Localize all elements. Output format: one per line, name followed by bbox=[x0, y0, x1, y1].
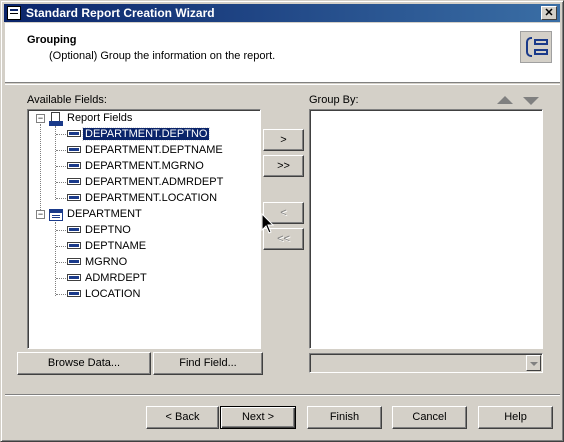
field-icon bbox=[67, 178, 81, 185]
app-icon bbox=[7, 6, 21, 20]
footer-divider bbox=[5, 394, 560, 396]
tree-item-deptno[interactable]: DEPTNO bbox=[83, 223, 133, 238]
tree-line bbox=[40, 124, 41, 214]
grouping-icon bbox=[520, 31, 552, 63]
find-field-button[interactable]: Find Field... bbox=[153, 352, 263, 375]
field-icon bbox=[67, 274, 81, 281]
move-up-icon[interactable] bbox=[497, 96, 513, 104]
window-title: Standard Report Creation Wizard bbox=[26, 6, 215, 20]
available-fields-label: Available Fields: bbox=[27, 94, 107, 106]
tree-item-mgrno[interactable]: MGRNO bbox=[83, 255, 129, 270]
field-icon bbox=[67, 194, 81, 201]
field-icon bbox=[67, 258, 81, 265]
add-all-fields-button[interactable]: >> bbox=[263, 155, 304, 177]
table-icon bbox=[49, 209, 63, 221]
field-icon bbox=[67, 290, 81, 297]
group-sort-dropdown[interactable] bbox=[309, 353, 543, 373]
tree-item-location[interactable]: LOCATION bbox=[83, 287, 142, 302]
tree-item-department-deptname[interactable]: DEPARTMENT.DEPTNAME bbox=[83, 143, 225, 158]
tree-item-department-deptno[interactable]: DEPARTMENT.DEPTNO bbox=[81, 127, 211, 142]
tree-line bbox=[55, 126, 56, 200]
collapse-toggle[interactable]: − bbox=[36, 210, 45, 219]
back-button[interactable]: < Back bbox=[146, 406, 219, 429]
group-by-list[interactable] bbox=[309, 109, 543, 349]
collapse-toggle[interactable]: − bbox=[36, 114, 45, 123]
tree-line bbox=[55, 222, 56, 296]
tree-item-admrdept[interactable]: ADMRDEPT bbox=[83, 271, 149, 286]
header-divider bbox=[5, 84, 560, 85]
group-by-label: Group By: bbox=[309, 94, 359, 106]
field-icon bbox=[67, 146, 81, 153]
tree-node-department[interactable]: DEPARTMENT bbox=[65, 207, 144, 222]
tree-item-department-admrdept[interactable]: DEPARTMENT.ADMRDEPT bbox=[83, 175, 225, 190]
cancel-button[interactable]: Cancel bbox=[392, 406, 467, 429]
mouse-cursor-icon bbox=[261, 213, 275, 234]
browse-data-button[interactable]: Browse Data... bbox=[17, 352, 151, 375]
available-fields-tree[interactable]: − Report Fields DEPARTMENT.DEPTNO DEPART… bbox=[27, 109, 261, 349]
page-subtitle: (Optional) Group the information on the … bbox=[49, 50, 276, 62]
field-icon bbox=[67, 130, 81, 137]
report-fields-icon bbox=[49, 112, 63, 126]
field-icon bbox=[67, 226, 81, 233]
field-icon bbox=[67, 242, 81, 249]
help-button[interactable]: Help bbox=[478, 406, 553, 429]
move-down-icon[interactable] bbox=[523, 97, 539, 105]
wizard-header: Grouping (Optional) Group the informatio… bbox=[5, 23, 560, 83]
tree-item-deptname[interactable]: DEPTNAME bbox=[83, 239, 148, 254]
page-title: Grouping bbox=[27, 34, 77, 46]
add-field-button[interactable]: > bbox=[263, 129, 304, 151]
field-icon bbox=[67, 162, 81, 169]
tree-node-report-fields[interactable]: Report Fields bbox=[65, 111, 134, 126]
tree-item-department-mgrno[interactable]: DEPARTMENT.MGRNO bbox=[83, 159, 206, 174]
close-button[interactable]: ✕ bbox=[541, 6, 557, 20]
wizard-window: Standard Report Creation Wizard ✕ Groupi… bbox=[0, 0, 564, 442]
finish-button[interactable]: Finish bbox=[307, 406, 382, 429]
chevron-down-icon[interactable] bbox=[526, 355, 541, 371]
tree-item-department-location[interactable]: DEPARTMENT.LOCATION bbox=[83, 191, 219, 206]
next-button[interactable]: Next > bbox=[220, 406, 296, 429]
title-bar: Standard Report Creation Wizard ✕ bbox=[4, 4, 560, 22]
